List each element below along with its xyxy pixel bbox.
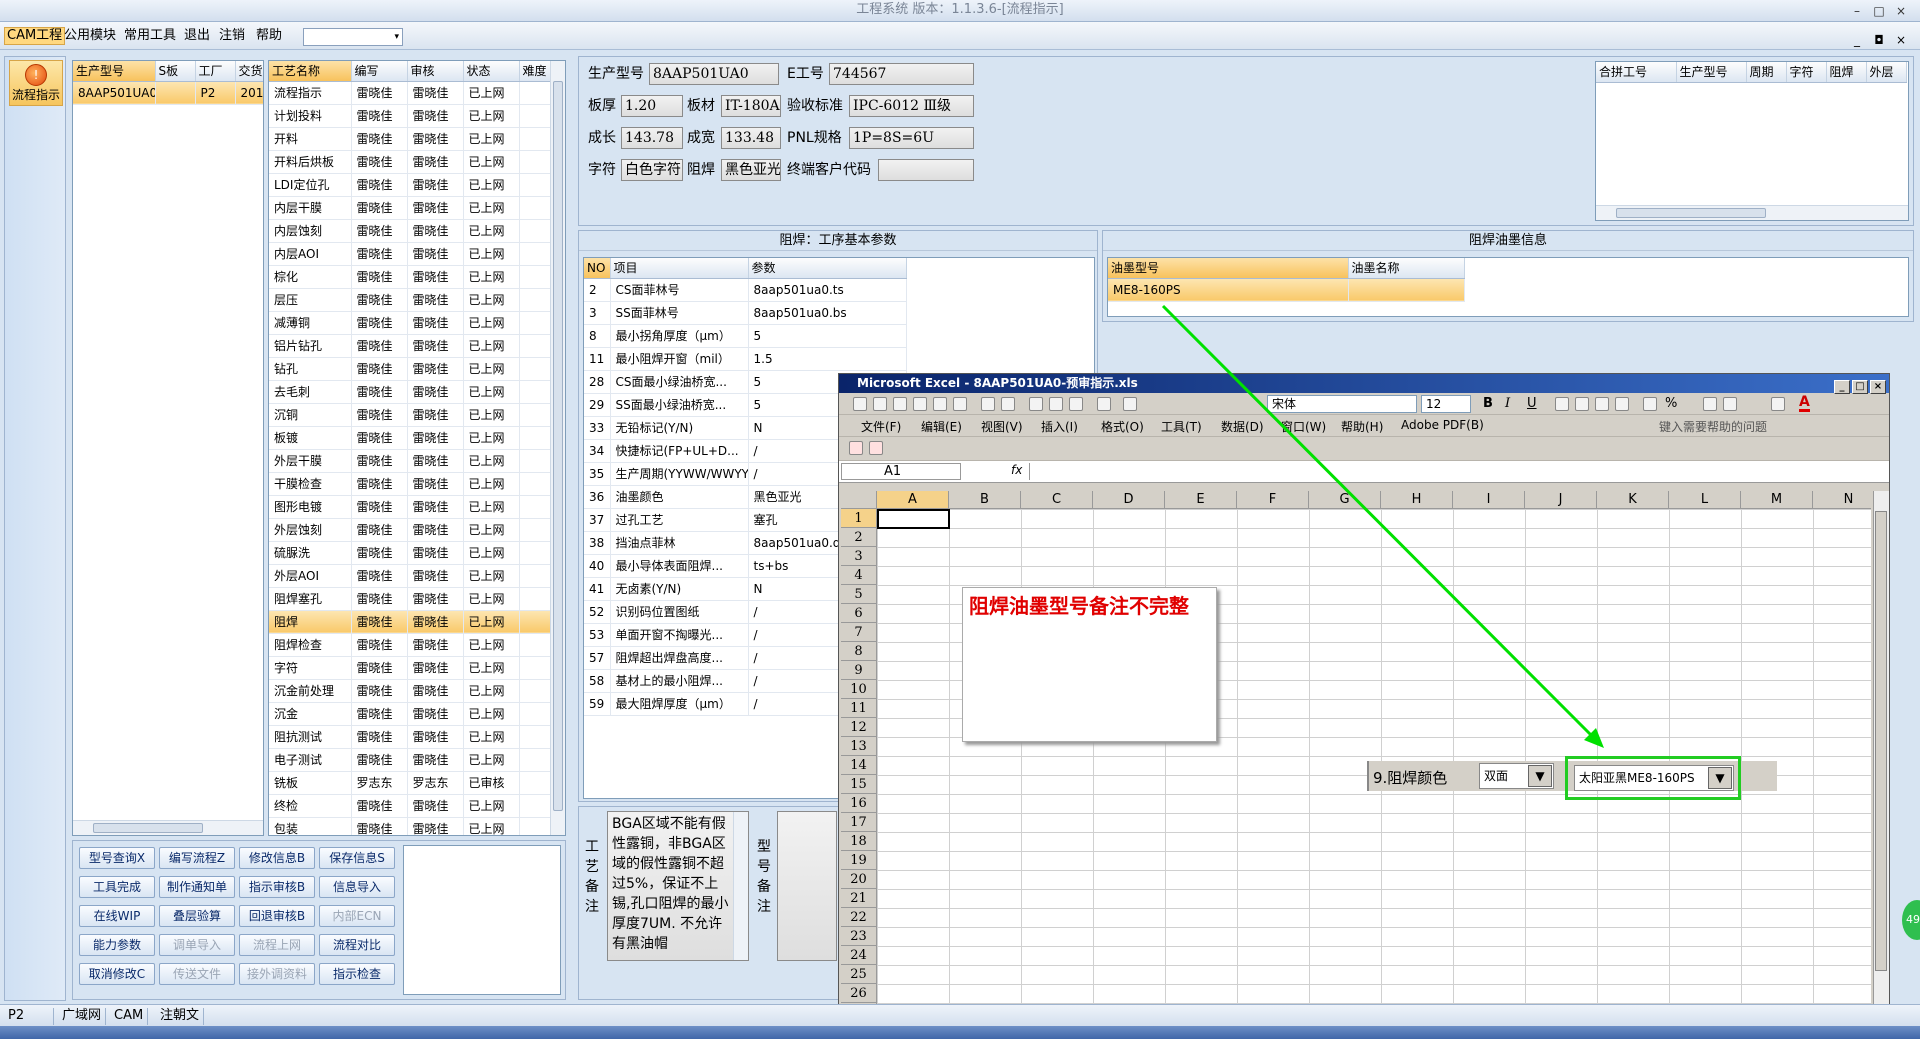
status-factory[interactable]: P2 (4, 1008, 54, 1025)
os-taskbar (0, 1026, 1920, 1039)
status-network: 广域网 (58, 1008, 107, 1025)
status-module: CAM (110, 1008, 149, 1025)
annotation-arrow (1161, 304, 1604, 748)
status-bar: P2 广域网 CAM 注朝文 (0, 1004, 1920, 1026)
status-user: 注朝文 (156, 1008, 205, 1025)
